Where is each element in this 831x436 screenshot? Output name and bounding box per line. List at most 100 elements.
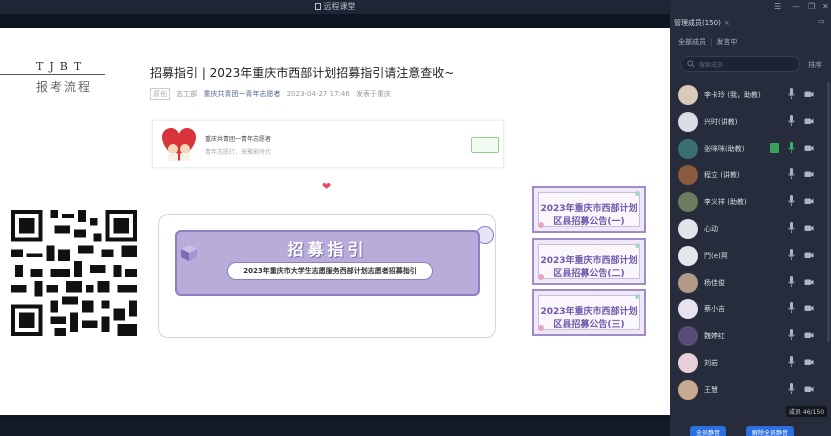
article-date: 2023-04-27 17:46 [286,90,350,98]
microphone-icon[interactable] [788,168,795,180]
member-name: 心动 [704,225,718,233]
member-row[interactable]: 李义祥 (助教) [670,189,831,215]
avatar [678,111,698,132]
member-name: 鬥(e)冥 [704,251,728,260]
title-bar: 远程课堂 [0,0,670,14]
document-icon [314,3,321,10]
member-row[interactable]: 魏婷红 [670,323,831,349]
member-row[interactable]: 鬥(e)冥 [670,243,831,269]
card-line2: 区县招募公告(一) [553,217,625,227]
cube-decoration-icon [181,245,197,261]
tab-close-icon[interactable]: × [724,19,730,27]
camera-icon[interactable] [804,303,814,313]
microphone-icon[interactable] [788,114,795,127]
card-line1: 2023年重庆市西部计划 [540,256,638,266]
announcement-card-1[interactable]: 2023年重庆市西部计划 区县招募公告(一) [532,186,646,233]
card-line2: 区县招募公告(二) [553,269,625,279]
member-row[interactable]: 刘岩 [670,350,831,376]
avatar [678,326,698,347]
minimize-icon[interactable]: — [792,2,800,11]
banner-subtitle: 2023年重庆市大学生志愿服务西部计划志愿者招募指引 [227,262,433,280]
avatar [678,379,698,400]
follow-button[interactable] [471,137,499,153]
microphone-icon[interactable] [788,248,795,261]
avatar [678,299,698,320]
unmute-all-button[interactable]: 解除全员静音 [746,426,795,436]
member-name: 李卡玲 (我，助教) [704,91,761,99]
member-panel: ☰ — ❐ ✕ 管理成员(150) × ⇨ 全部成员 | 发言中 搜索成员 排序 李卡… [670,0,831,436]
sort-button[interactable]: 排序 [808,60,822,70]
recruitment-banner: 招募指引 2023年重庆市大学生志愿服务西部计划志愿者招募指引 [175,230,480,296]
microphone-icon[interactable] [788,195,795,207]
slide-brand: TJBT [36,60,88,73]
article-title: 招募指引 | 2023年重庆市西部计划招募指引请注意查收~ [150,66,455,80]
member-row[interactable]: 蔡小吉 [670,296,831,322]
close-icon[interactable]: ✕ [822,2,829,11]
avatar [678,192,698,213]
card-line1: 2023年重庆市西部计划 [540,204,638,214]
microphone-icon[interactable] [788,329,795,341]
camera-icon[interactable] [804,169,814,179]
member-row[interactable]: 杨佳俊 [670,270,831,296]
camera-icon[interactable] [804,384,814,394]
camera-icon[interactable] [804,143,814,153]
microphone-icon[interactable] [788,222,795,234]
member-row[interactable]: 张咪咪(助教) [670,136,831,162]
avatar [678,85,698,105]
camera-icon[interactable] [804,223,814,233]
heart-icon: ❤ [322,180,332,193]
leaf-decoration-icon [635,243,640,248]
card-line2: 区县招募公告(三) [553,320,625,330]
account-card[interactable]: 重庆共青团一青年志愿者 青年志愿行，来聚影时代 [152,120,504,168]
member-row[interactable]: 李卡玲 (我，助教) [670,82,831,108]
article-location: 发表于重庆 [356,90,392,98]
microphone-icon[interactable] [788,88,795,100]
panel-toggle-icon[interactable]: ⇨ [818,17,825,26]
slide-brand-subtitle: 报考流程 [36,80,93,94]
member-row[interactable]: 王慧 [670,377,831,403]
announcement-card-2[interactable]: 2023年重庆市西部计划 区县招募公告(二) [532,238,646,285]
microphone-icon[interactable] [788,275,795,288]
camera-icon[interactable] [804,250,814,260]
member-row[interactable]: 兴时(讲教) [670,109,831,135]
camera-icon[interactable] [804,330,814,340]
leaf-decoration-icon [635,294,640,299]
member-row[interactable]: 程立 (讲教) [670,162,831,188]
restore-icon[interactable]: ❐ [808,2,815,11]
filter-speaking[interactable]: 发言中 [716,38,737,46]
mute-all-button[interactable]: 全员静音 [690,426,727,436]
leaf-decoration-icon [635,191,640,196]
avatar [678,138,698,159]
avatar [678,219,698,239]
camera-icon[interactable] [804,89,814,99]
camera-icon[interactable] [804,277,814,287]
microphone-icon[interactable] [788,302,795,314]
microphone-icon[interactable] [788,141,795,154]
card-line1: 2023年重庆市西部计划 [540,307,638,317]
article-author: 志工部 [176,90,198,98]
camera-icon[interactable] [804,357,814,367]
camera-icon[interactable] [804,196,814,206]
member-row[interactable]: 心动 [670,216,831,242]
article-account-link[interactable]: 重庆共青团一青年志愿者 [203,90,280,98]
original-tag: 原创 [150,88,170,100]
camera-icon[interactable] [804,116,814,126]
microphone-icon[interactable] [788,382,795,395]
account-description: 青年志愿行，来聚影时代 [205,149,272,156]
scrollbar[interactable] [827,82,830,342]
member-search[interactable]: 搜索成员 [680,56,800,72]
filter-all-members[interactable]: 全部成员 [678,38,706,46]
announcement-card-3[interactable]: 2023年重庆市西部计划 区县招募公告(三) [532,289,646,336]
app-window: 远程课堂 TJBT 报考流程 招募指引 | 2023年重庆市西部计划招募指引请注… [0,0,831,436]
search-placeholder: 搜索成员 [699,62,724,69]
member-name: 王慧 [704,385,718,394]
microphone-icon[interactable] [788,356,795,368]
account-name: 重庆共青团一青年志愿者 [205,136,272,143]
search-icon [687,60,695,68]
qr-code-image [7,206,141,340]
member-count: 成员 46/150 [786,406,828,417]
brand-divider [0,74,105,75]
avatar [678,272,698,293]
menu-icon[interactable]: ☰ [774,2,781,11]
member-tab[interactable]: 管理成员(150) × [674,18,730,28]
